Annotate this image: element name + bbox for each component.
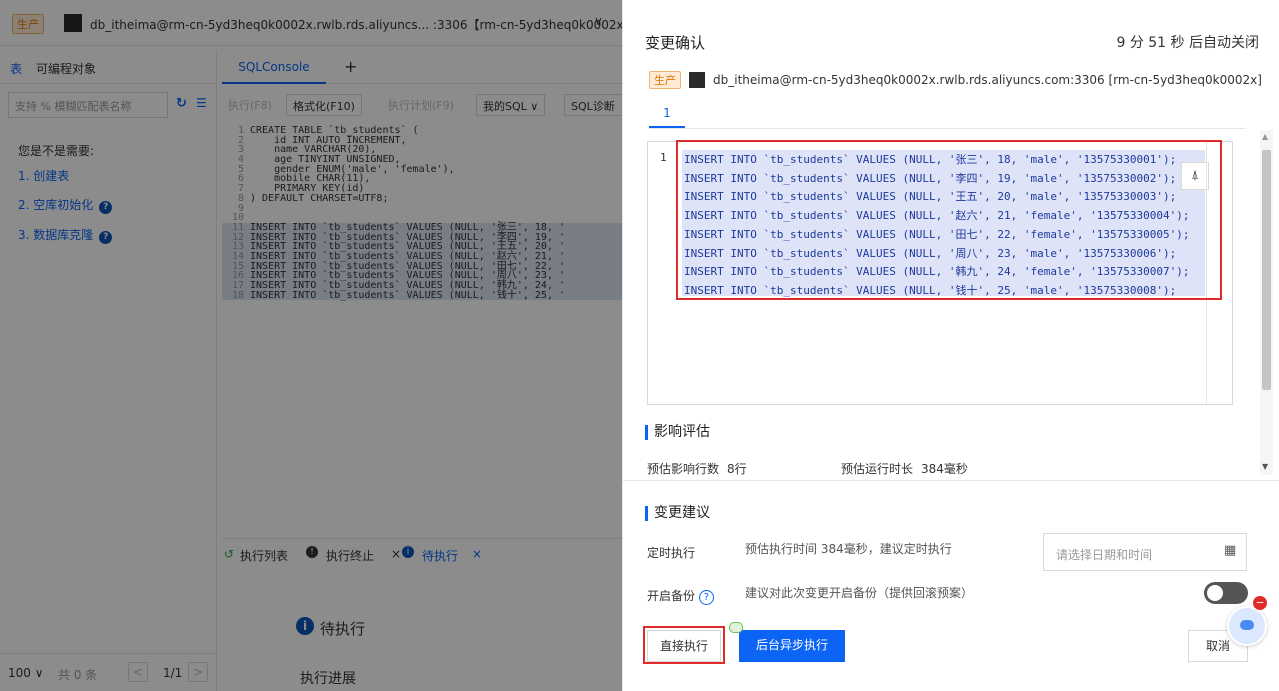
env-badge: 生产 [649, 71, 681, 89]
auto-close-timer: 9 分 51 秒 后自动关闭 [1116, 35, 1259, 51]
impact-title: 影响评估 [645, 425, 710, 440]
tab-sql-1[interactable]: 1 [649, 106, 685, 128]
duration-value: 384毫秒 [921, 462, 968, 476]
duration-label: 预估运行时长 [841, 462, 914, 476]
minimize-icon[interactable]: − [1253, 596, 1267, 610]
rows-label: 预估影响行数 [647, 462, 720, 476]
datetime-placeholder: 请选择日期和时间 [1056, 548, 1153, 562]
toggle-knob [1207, 585, 1223, 601]
drawer-title: 变更确认 [645, 34, 706, 52]
backup-label: 开启备份 ? [647, 587, 714, 605]
db-logo-icon [689, 72, 705, 88]
highlight-box-direct [643, 626, 725, 664]
change-confirm-drawer: 变更确认 9 分 51 秒 后自动关闭 生产 db_itheima@rm-cn-… [622, 0, 1279, 691]
backup-toggle[interactable] [1204, 582, 1248, 604]
robot-face [1240, 620, 1254, 630]
scroll-up-icon[interactable]: ▲ [1262, 132, 1268, 141]
tab-divider [649, 128, 1245, 129]
scroll-thumb[interactable] [1262, 150, 1271, 390]
suggest-title: 变更建议 [645, 506, 710, 521]
recommend-badge-icon [729, 622, 743, 633]
highlight-box-sql [676, 140, 1222, 300]
drawer-scrollbar[interactable]: ▲ ▼ [1260, 130, 1273, 475]
sql-line-number: 1 [660, 151, 667, 164]
backup-hint: 建议对此次变更开启备份（提供回滚预案） [745, 586, 974, 600]
assistant-robot-icon[interactable] [1227, 606, 1267, 646]
section-divider [623, 480, 1279, 481]
calendar-icon: ▦ [1224, 543, 1237, 558]
async-execute-button[interactable]: 后台异步执行 [739, 630, 845, 662]
modal-overlay[interactable] [0, 0, 622, 691]
scroll-down-icon[interactable]: ▼ [1262, 462, 1268, 471]
scheduled-hint: 预估执行时间 384毫秒，建议定时执行 [745, 542, 952, 556]
connection-string: db_itheima@rm-cn-5yd3heq0k0002x.rwlb.rds… [713, 73, 1262, 87]
help-icon[interactable]: ? [698, 590, 714, 605]
scheduled-label: 定时执行 [647, 546, 696, 560]
rows-value: 8行 [727, 462, 747, 476]
datetime-picker[interactable]: 请选择日期和时间 ▦ [1043, 533, 1247, 571]
backup-label-text: 开启备份 [647, 589, 696, 603]
connection-info: 生产 db_itheima@rm-cn-5yd3heq0k0002x.rwlb.… [649, 71, 1262, 89]
